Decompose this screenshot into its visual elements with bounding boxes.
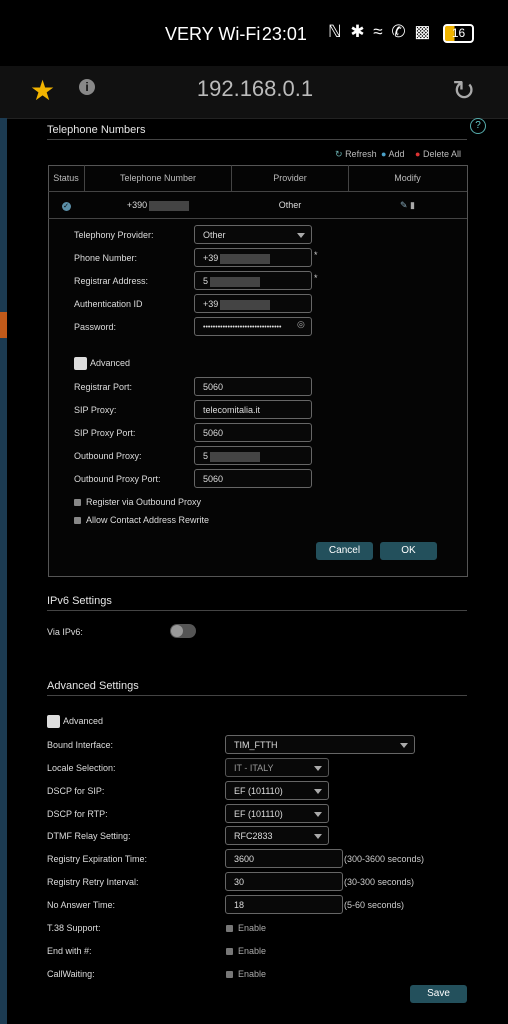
t38-enable-checkbox[interactable]: Enable	[226, 923, 266, 933]
table-row-provider: Other	[278, 200, 302, 210]
bound-interface-label: Bound Interface:	[47, 740, 114, 750]
registrar-address-label: Registrar Address:	[74, 276, 149, 286]
registry-expiration-label: Registry Expiration Time:	[47, 854, 148, 864]
dscp-sip-label: DSCP for SIP:	[47, 786, 105, 796]
col-provider: Provider	[232, 165, 349, 191]
telephony-provider-label: Telephony Provider:	[74, 230, 154, 240]
via-ipv6-toggle[interactable]	[170, 624, 196, 638]
registrar-port-label: Registrar Port:	[74, 382, 133, 392]
bound-interface-select[interactable]: TIM_FTTH	[225, 735, 415, 754]
locale-select[interactable]: IT - ITALY	[225, 758, 329, 777]
registrar-address-input[interactable]: 5	[194, 271, 312, 290]
locale-label: Locale Selection:	[47, 763, 116, 773]
outbound-proxy-port-input[interactable]: 5060	[194, 469, 312, 488]
registry-expiration-range: (300-3600 seconds)	[344, 854, 425, 864]
status-bar: VERY Wi-Fi 23:01 ℕ ✱ ≈ ✆ ▩ 16	[0, 0, 508, 66]
show-password-icon[interactable]: ◎	[297, 319, 305, 330]
ipv6-section-title: IPv6 Settings	[47, 595, 112, 607]
site-info-icon[interactable]: i	[79, 79, 95, 95]
row-actions: ✎ ▮	[349, 192, 466, 218]
col-modify: Modify	[394, 173, 421, 183]
phone-number-label: Phone Number:	[74, 253, 138, 263]
battery-icon: 16	[443, 24, 474, 43]
password-label: Password:	[74, 322, 117, 332]
delete-all-button[interactable]: ● Delete All	[415, 149, 461, 159]
section-divider	[47, 610, 467, 611]
col-status: Status	[48, 165, 85, 191]
no-answer-range: (5-60 seconds)	[344, 900, 405, 910]
advanced-toggle[interactable]: Advanced	[74, 357, 130, 370]
phone-number-input[interactable]: +39	[194, 248, 312, 267]
end-hash-enable-checkbox[interactable]: Enable	[226, 946, 266, 956]
reload-icon[interactable]: ↻	[452, 74, 475, 107]
no-answer-label: No Answer Time:	[47, 900, 116, 910]
left-scroll-strip	[0, 118, 7, 1024]
call-waiting-label: CallWaiting:	[47, 969, 95, 979]
via-ipv6-label: Via IPv6:	[47, 627, 83, 637]
delete-icon[interactable]: ▮	[410, 200, 415, 210]
password-input[interactable]: ••••••••••••••••••••••••••••••••	[194, 317, 312, 336]
advanced-icon	[74, 357, 87, 370]
auth-id-label: Authentication ID	[74, 299, 143, 309]
required-mark: *	[314, 250, 318, 260]
registry-expiration-input[interactable]: 3600	[225, 849, 343, 868]
save-button[interactable]: Save	[410, 985, 467, 1003]
telephony-provider-select[interactable]: Other	[194, 225, 312, 244]
status-check-icon: ✓	[61, 202, 71, 211]
ok-button[interactable]: OK	[380, 542, 437, 560]
dtmf-label: DTMF Relay Setting:	[47, 831, 131, 841]
register-outbound-checkbox[interactable]: Register via Outbound Proxy	[74, 497, 201, 507]
table-row-number: +390	[85, 192, 231, 218]
end-hash-label: End with #:	[47, 946, 92, 956]
dscp-sip-select[interactable]: EF (101110)	[225, 781, 329, 800]
advanced-icon	[47, 715, 60, 728]
outbound-proxy-input[interactable]: 5	[194, 446, 312, 465]
cancel-button[interactable]: Cancel	[316, 542, 373, 560]
browser-toolbar: ★ i 192.168.0.1 ↻	[0, 66, 508, 119]
registry-retry-input[interactable]: 30	[225, 872, 343, 891]
advanced-settings-title: Advanced Settings	[47, 680, 139, 692]
sip-proxy-port-label: SIP Proxy Port:	[74, 428, 136, 438]
dscp-rtp-select[interactable]: EF (101110)	[225, 804, 329, 823]
refresh-button[interactable]: ↻ Refresh	[335, 149, 377, 160]
registrar-port-input[interactable]: 5060	[194, 377, 312, 396]
add-button[interactable]: ● Add	[381, 149, 404, 159]
no-answer-input[interactable]: 18	[225, 895, 343, 914]
telephone-section-title: Telephone Numbers	[47, 124, 146, 136]
call-waiting-enable-checkbox[interactable]: Enable	[226, 969, 266, 979]
auth-id-input[interactable]: +39	[194, 294, 312, 313]
dtmf-select[interactable]: RFC2833	[225, 826, 329, 845]
url-text[interactable]: 192.168.0.1	[190, 76, 320, 102]
sip-proxy-port-input[interactable]: 5060	[194, 423, 312, 442]
registry-retry-range: (30-300 seconds)	[344, 877, 415, 887]
bookmark-star-icon[interactable]: ★	[30, 74, 55, 107]
allow-contact-checkbox[interactable]: Allow Contact Address Rewrite	[74, 515, 209, 525]
registry-retry-label: Registry Retry Interval:	[47, 877, 139, 887]
advanced-settings-toggle[interactable]: Advanced	[47, 715, 103, 728]
edit-icon[interactable]: ✎	[400, 200, 408, 210]
col-telephone-number: Telephone Number	[85, 165, 232, 191]
table-row-line	[48, 218, 467, 219]
dscp-rtp-label: DSCP for RTP:	[47, 809, 108, 819]
status-icons: ℕ ✱ ≈ ✆ ▩	[328, 22, 433, 41]
help-icon[interactable]: ?	[470, 118, 486, 134]
outbound-proxy-port-label: Outbound Proxy Port:	[74, 474, 161, 484]
t38-label: T.38 Support:	[47, 923, 101, 933]
required-mark: *	[314, 273, 318, 283]
sip-proxy-label: SIP Proxy:	[74, 405, 117, 415]
section-divider	[47, 695, 467, 696]
outbound-proxy-label: Outbound Proxy:	[74, 451, 142, 461]
sip-proxy-input[interactable]: telecomitalia.it	[194, 400, 312, 419]
status-carrier-time: VERY Wi-Fi 23:01	[165, 24, 307, 44]
section-divider	[47, 139, 467, 140]
